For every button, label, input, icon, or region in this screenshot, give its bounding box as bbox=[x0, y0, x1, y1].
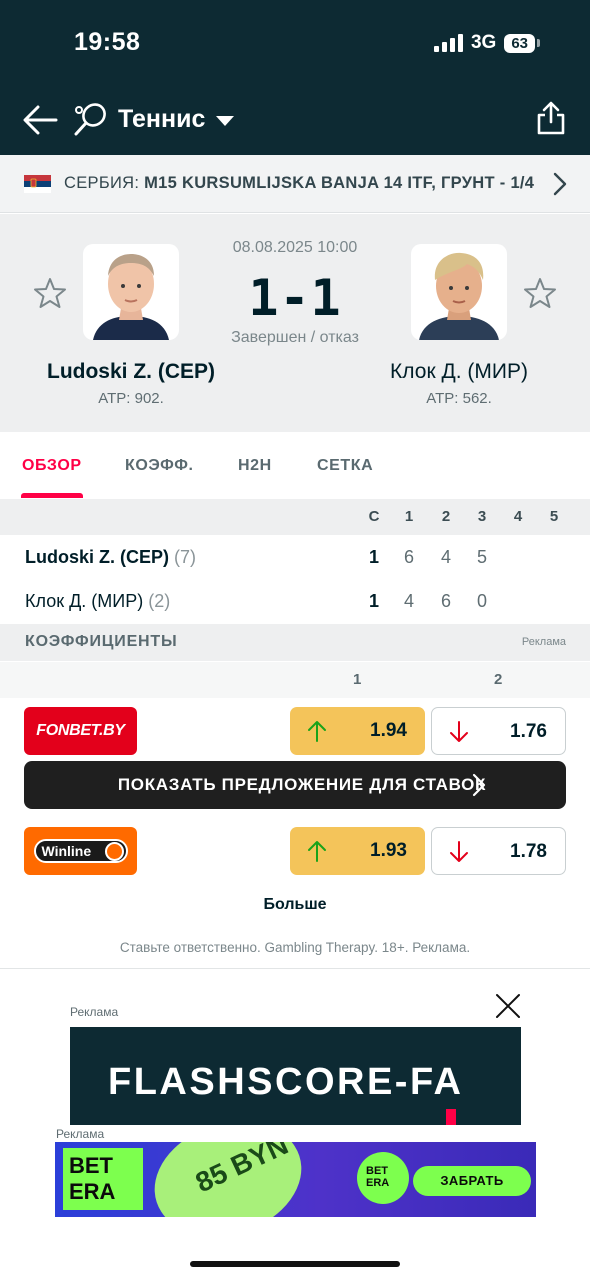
betera-ad-banner[interactable]: BET ERA 85 BYN BET ERA ЗАБРАТЬ bbox=[55, 1142, 536, 1217]
chevron-right-icon bbox=[472, 773, 486, 797]
home-player-name[interactable]: Ludoski Z. (СЕР) bbox=[11, 360, 251, 384]
tournament-label: СЕРБИЯ: M15 KURSUMLIJSKA BANJA 14 ITF, Г… bbox=[64, 174, 534, 193]
table-row: Ludoski Z. (СЕР) (7) 1 6 4 5 bbox=[0, 536, 590, 580]
odd-away-button[interactable]: 1.78 bbox=[431, 827, 566, 875]
row-player: Ludoski Z. (СЕР) (7) bbox=[25, 547, 197, 567]
row-total: 1 bbox=[368, 547, 379, 567]
betera-ball-graphic: BET ERA bbox=[357, 1152, 409, 1204]
claim-button[interactable]: ЗАБРАТЬ bbox=[413, 1166, 531, 1196]
header-set-3: 3 bbox=[477, 508, 487, 525]
row-total: 1 bbox=[368, 591, 379, 611]
arrow-up-icon bbox=[308, 721, 326, 742]
serbia-flag-icon bbox=[24, 175, 51, 193]
fonbet-logo[interactable]: FONBET.BY bbox=[24, 707, 137, 755]
winline-dot bbox=[104, 842, 124, 861]
gambling-disclaimer: Ставьте ответственно. Gambling Therapy. … bbox=[119, 940, 471, 955]
row-set-3: 5 bbox=[476, 547, 487, 567]
row-set-3: 0 bbox=[476, 591, 487, 611]
status-time: 19:58 bbox=[74, 28, 141, 56]
ad-label: Реклама bbox=[70, 1005, 119, 1019]
odd-value: 1.94 bbox=[370, 720, 407, 741]
battery-icon: 63 bbox=[504, 33, 535, 53]
header-set-1: 1 bbox=[404, 508, 414, 525]
nav-bar: Теннис bbox=[0, 96, 590, 146]
row-set-2: 6 bbox=[440, 591, 451, 611]
back-arrow-icon[interactable] bbox=[22, 104, 58, 136]
tennis-racket-icon bbox=[74, 103, 106, 136]
tournament-name: M15 KURSUMLIJSKA BANJA 14 ITF, ГРУНТ - 1… bbox=[144, 174, 535, 192]
odd-home-button[interactable]: 1.94 bbox=[290, 707, 425, 755]
share-icon[interactable] bbox=[536, 100, 566, 136]
tab-odds[interactable]: КОЭФФ. bbox=[125, 457, 194, 475]
tab-overview[interactable]: ОБЗОР bbox=[22, 457, 82, 475]
away-player-name[interactable]: Клок Д. (МИР) bbox=[339, 360, 579, 384]
odds-col-1: 1 bbox=[353, 671, 362, 688]
flashscore-ad-banner[interactable]: FLASHSCORE-FA bbox=[70, 1027, 521, 1127]
home-indicator[interactable] bbox=[190, 1261, 400, 1267]
network-type: 3G bbox=[470, 32, 497, 53]
betera-logo: BET ERA bbox=[63, 1148, 143, 1210]
odd-value: 1.76 bbox=[510, 721, 547, 742]
status-indicators: 3G 63 bbox=[433, 32, 540, 54]
odds-title: КОЭФФИЦИЕНТЫ bbox=[25, 633, 178, 650]
chevron-right-icon[interactable] bbox=[552, 171, 568, 197]
close-icon[interactable] bbox=[495, 993, 521, 1019]
active-tab-indicator bbox=[21, 493, 83, 498]
row-set-1: 4 bbox=[403, 591, 414, 611]
sport-title[interactable]: Теннис bbox=[118, 105, 205, 134]
tournament-country: СЕРБИЯ: bbox=[64, 174, 140, 192]
battery-tip bbox=[537, 39, 540, 47]
odds-columns-header: 1 2 bbox=[0, 662, 590, 698]
winline-pill: Winline bbox=[33, 839, 128, 863]
header-set-2: 2 bbox=[441, 508, 451, 525]
divider bbox=[0, 968, 590, 969]
cta-label: ПОКАЗАТЬ ПРЕДЛОЖЕНИЕ ДЛЯ СТАВОК bbox=[117, 775, 487, 794]
odd-home-button[interactable]: 1.93 bbox=[290, 827, 425, 875]
winline-logo[interactable]: Winline bbox=[24, 827, 137, 875]
away-player-rank: ATP: 562. bbox=[426, 390, 492, 407]
odd-value: 1.78 bbox=[510, 841, 547, 862]
odds-section-header: КОЭФФИЦИЕНТЫ Реклама bbox=[0, 624, 590, 661]
away-player-avatar[interactable] bbox=[411, 244, 507, 340]
arrow-up-icon bbox=[308, 841, 326, 862]
table-row: Клок Д. (МИР) (2) 1 4 6 0 bbox=[0, 580, 590, 624]
show-betting-offer-button[interactable]: ПОКАЗАТЬ ПРЕДЛОЖЕНИЕ ДЛЯ СТАВОК bbox=[24, 761, 566, 809]
top-header: 19:58 3G 63 Теннис bbox=[0, 0, 590, 155]
row-seed: (2) bbox=[148, 591, 171, 611]
tournament-row[interactable]: СЕРБИЯ: M15 KURSUMLIJSKA BANJA 14 ITF, Г… bbox=[0, 155, 590, 213]
ad-label: Реклама bbox=[56, 1127, 105, 1141]
arrow-down-icon bbox=[450, 721, 468, 742]
sets-table-header: С 1 2 3 4 5 bbox=[0, 499, 590, 535]
row-player: Клок Д. (МИР) (2) bbox=[25, 591, 171, 611]
arrow-down-icon bbox=[450, 841, 468, 862]
sport-dropdown-caret-icon[interactable] bbox=[216, 116, 234, 126]
row-set-1: 6 bbox=[403, 547, 414, 567]
more-odds-link[interactable]: Больше bbox=[0, 896, 590, 914]
row-set-2: 4 bbox=[440, 547, 451, 567]
odds-col-2: 2 bbox=[494, 671, 503, 688]
odd-away-button[interactable]: 1.76 bbox=[431, 707, 566, 755]
favorite-star-icon[interactable] bbox=[523, 276, 557, 310]
tab-h2h[interactable]: H2H bbox=[238, 457, 272, 475]
tab-draw[interactable]: СЕТКА bbox=[317, 457, 373, 475]
row-seed: (7) bbox=[174, 547, 197, 567]
home-player-rank: ATP: 902. bbox=[98, 390, 164, 407]
header-set-4: 4 bbox=[513, 508, 523, 525]
ad-banner-text: FLASHSCORE-FA bbox=[108, 1061, 464, 1103]
odd-value: 1.93 bbox=[370, 840, 407, 861]
header-set-5: 5 bbox=[549, 508, 559, 525]
signal-icon bbox=[433, 34, 463, 52]
odds-ad-label: Реклама bbox=[521, 636, 566, 648]
header-sets: С bbox=[368, 508, 380, 525]
match-header: 08.08.2025 10:00 1-1 Завершен / отказ Lu… bbox=[0, 214, 590, 432]
match-tabs: ОБЗОР КОЭФФ. H2H СЕТКА bbox=[0, 432, 590, 498]
